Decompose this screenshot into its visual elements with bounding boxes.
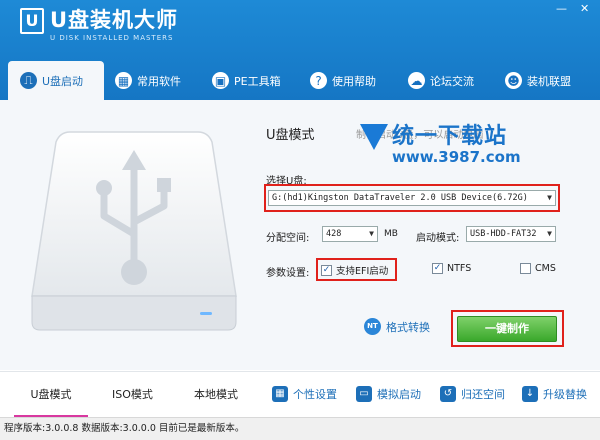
ntfs-label: NTFS [447, 263, 472, 274]
nav-label: 论坛交流 [430, 74, 474, 88]
nav-forum[interactable]: ☁ 论坛交流 [408, 61, 474, 100]
tool-label: 模拟启动 [377, 388, 421, 401]
app-subtitle: U DISK INSTALLED MASTERS [50, 34, 174, 42]
format-convert-label: 格式转换 [386, 320, 430, 334]
efi-checkbox[interactable]: ✓ 支持EFI启动 [321, 263, 388, 277]
upgrade-replace-button[interactable]: ↓ 升级替换 [522, 386, 587, 402]
cms-label: CMS [535, 263, 556, 274]
users-icon: ☻ [505, 72, 522, 89]
chevron-down-icon: ▼ [369, 229, 374, 238]
bottom-bar: U盘模式 ISO模式 本地模式 ▦ 个性设置 ▭ 模拟启动 ↺ 归还空间 ↓ 升… [0, 371, 600, 418]
checkbox-checked-icon: ✓ [432, 263, 443, 274]
tab-iso-mode[interactable]: ISO模式 [112, 372, 153, 418]
usb-drive-illustration [31, 131, 237, 331]
params-label: 参数设置: [266, 268, 310, 279]
partition-label: 分配空间: [266, 233, 310, 244]
personal-settings-button[interactable]: ▦ 个性设置 [272, 386, 337, 402]
efi-label: 支持EFI启动 [336, 266, 389, 277]
boot-mode-label: 启动模式: [416, 233, 460, 244]
nav-help[interactable]: ? 使用帮助 [310, 61, 376, 100]
mode-description: 制作启动U盘，可以启动电脑 [356, 130, 484, 141]
monitor-icon: ▭ [356, 386, 372, 402]
tool-label: 升级替换 [543, 388, 587, 401]
toolbox-icon: ▣ [212, 72, 229, 89]
nav-software[interactable]: ▦ 常用软件 [115, 61, 181, 100]
restore-space-button[interactable]: ↺ 归还空间 [440, 386, 505, 402]
nav-label: 使用帮助 [332, 74, 376, 88]
usb-icon: ⎍ [20, 72, 37, 89]
nav-pe-toolbox[interactable]: ▣ PE工具箱 [212, 61, 281, 100]
partition-size-value: 428 [326, 229, 342, 239]
one-click-make-button[interactable]: 一键制作 [457, 316, 557, 342]
tab-local-mode[interactable]: 本地模式 [194, 372, 238, 418]
chevron-down-icon: ▼ [547, 229, 552, 238]
forum-icon: ☁ [408, 72, 425, 89]
nav-label: PE工具箱 [234, 74, 281, 88]
help-icon: ? [310, 72, 327, 89]
boot-mode-value: USB-HDD-FAT32 [470, 229, 537, 239]
tool-label: 个性设置 [293, 388, 337, 401]
usb-device-select[interactable]: G:(hd1)Kingston DataTraveler 2.0 USB Dev… [268, 190, 556, 206]
app-title: U盘装机大师 [50, 8, 179, 32]
restore-icon: ↺ [440, 386, 456, 402]
logo-mark: U [20, 8, 44, 34]
checkbox-empty-icon [520, 263, 531, 274]
nav-alliance[interactable]: ☻ 装机联盟 [505, 61, 571, 100]
mode-title: U盘模式 [266, 128, 315, 143]
simulate-boot-button[interactable]: ▭ 模拟启动 [356, 386, 421, 402]
grid-icon: ▦ [272, 386, 288, 402]
partition-size-select[interactable]: 428 ▼ [322, 226, 378, 242]
nav-label: 常用软件 [137, 74, 181, 88]
checkbox-checked-icon: ✓ [321, 264, 332, 276]
main-nav: ⎍ U盘启动 ▦ 常用软件 ▣ PE工具箱 ? 使用帮助 ☁ 论坛交流 ☻ 装机… [0, 61, 600, 100]
nt-icon: NT [364, 318, 381, 335]
nav-usb-boot[interactable]: ⎍ U盘启动 [8, 61, 104, 100]
tool-label: 归还空间 [461, 388, 505, 401]
format-convert-button[interactable]: NT 格式转换 [364, 318, 430, 335]
close-button[interactable]: ✕ [580, 2, 589, 15]
boot-mode-select[interactable]: USB-HDD-FAT32 ▼ [466, 226, 556, 242]
status-bar: 程序版本:3.0.0.8 数据版本:3.0.0.0 目前已是最新版本。 [0, 417, 600, 440]
app-logo: U U盘装机大师 U DISK INSTALLED MASTERS [20, 8, 178, 42]
app-header: U U盘装机大师 U DISK INSTALLED MASTERS — ✕ ⎍ … [0, 0, 600, 100]
upgrade-icon: ↓ [522, 386, 538, 402]
partition-unit: MB [384, 229, 398, 239]
ntfs-checkbox[interactable]: ✓ NTFS [432, 263, 471, 274]
usb-device-value: G:(hd1)Kingston DataTraveler 2.0 USB Dev… [272, 193, 528, 203]
tab-usb-mode[interactable]: U盘模式 [14, 372, 88, 418]
apps-icon: ▦ [115, 72, 132, 89]
chevron-down-icon: ▼ [547, 193, 552, 202]
cms-checkbox[interactable]: CMS [520, 263, 556, 274]
nav-label: U盘启动 [42, 74, 84, 88]
minimize-button[interactable]: — [556, 2, 567, 15]
nav-label: 装机联盟 [527, 74, 571, 88]
